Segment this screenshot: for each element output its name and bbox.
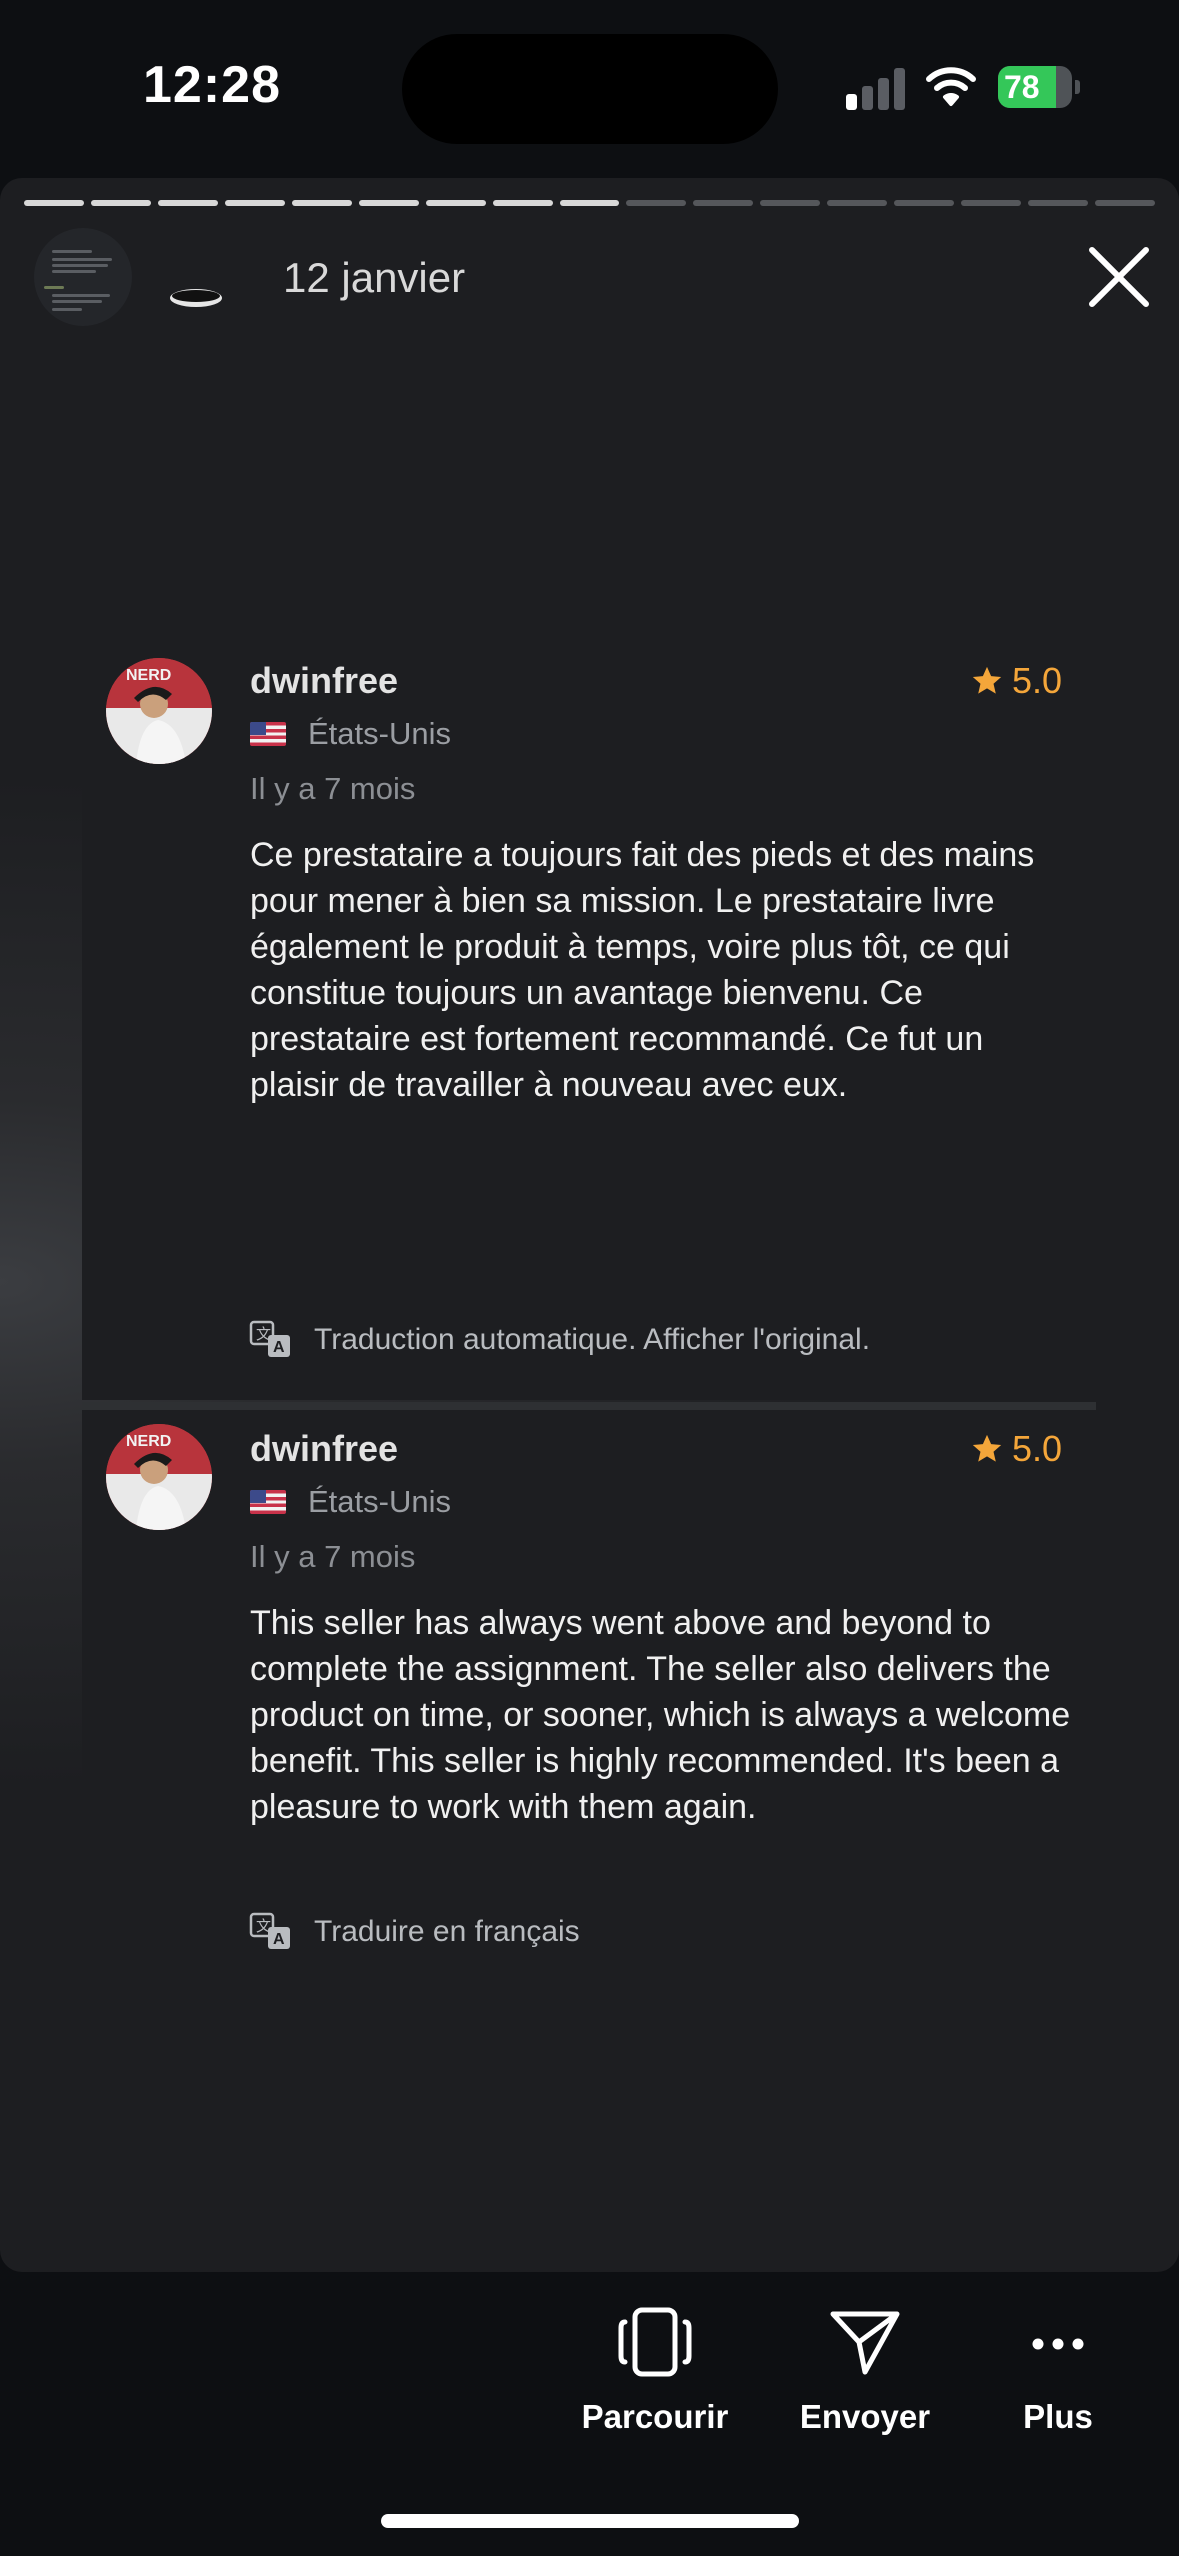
star-icon xyxy=(972,1434,1002,1462)
cellular-signal-icon xyxy=(846,68,906,110)
browse-button[interactable]: Parcourir xyxy=(565,2304,745,2436)
battery-indicator: 78 xyxy=(998,66,1080,108)
progress-segment xyxy=(291,200,352,206)
progress-segment xyxy=(827,200,888,206)
progress-segment xyxy=(760,200,821,206)
progress-segment xyxy=(961,200,1022,206)
country-label: États-Unis xyxy=(308,1484,451,1519)
browse-icon xyxy=(618,2307,692,2377)
ring-icon xyxy=(170,289,222,307)
review-divider xyxy=(82,1402,1096,1410)
close-icon[interactable] xyxy=(1086,244,1152,310)
dynamic-island xyxy=(402,34,778,144)
story-date: 12 janvier xyxy=(283,254,466,301)
status-bar: 12:28 78 xyxy=(0,0,1179,170)
browse-label: Parcourir xyxy=(581,2398,729,2435)
wifi-icon xyxy=(926,67,976,106)
progress-segment xyxy=(559,200,620,206)
review-card: NERD dwinfree 5.0 États-Unis Il y a 7 mo… xyxy=(82,634,1096,1400)
translate-icon: 文 A xyxy=(249,1912,290,1949)
progress-segment xyxy=(224,200,285,206)
send-label: Envoyer xyxy=(799,2398,931,2435)
translation-toggle[interactable]: 文 A Traduction automatique. Afficher l'o… xyxy=(248,1318,870,1362)
story-progress-bar xyxy=(24,200,1155,206)
reviewer-name[interactable]: dwinfree xyxy=(250,660,398,702)
battery-level: 78 xyxy=(1004,69,1040,105)
status-time: 12:28 xyxy=(143,56,281,114)
rating-value: 5.0 xyxy=(1011,660,1062,701)
review-time: Il y a 7 mois xyxy=(250,771,416,806)
progress-segment xyxy=(1095,200,1155,206)
svg-text:NERD: NERD xyxy=(126,667,171,684)
bottom-toolbar: Parcourir Envoyer Plus xyxy=(0,2290,1179,2450)
translate-icon: 文 A xyxy=(249,1320,290,1357)
send-button[interactable]: Envoyer xyxy=(775,2304,955,2436)
more-button[interactable]: Plus xyxy=(968,2304,1148,2436)
rating: 5.0 xyxy=(970,660,1062,702)
country-label: États-Unis xyxy=(308,716,451,751)
star-icon xyxy=(972,666,1002,694)
progress-segment xyxy=(1028,200,1088,206)
review-text: This seller has always went above and be… xyxy=(250,1604,1071,1826)
svg-text:A: A xyxy=(273,1931,285,1948)
progress-segment xyxy=(492,200,553,206)
rating-value: 5.0 xyxy=(1011,1428,1062,1469)
review-card: NERD dwinfree 5.0 États-Unis Il y a 7 mo… xyxy=(82,1410,1096,1984)
progress-segment xyxy=(24,200,84,206)
progress-segment xyxy=(157,200,218,206)
progress-segment xyxy=(626,200,687,206)
story-viewer[interactable]: 12 janvier NERD dwinfree 5.0 États-Unis … xyxy=(0,178,1179,2272)
more-label: Plus xyxy=(1023,2398,1093,2435)
more-icon xyxy=(1032,2338,1084,2350)
translate-button[interactable]: 文 A Traduire en français xyxy=(248,1910,580,1954)
svg-text:A: A xyxy=(273,1339,285,1356)
avatar[interactable]: NERD xyxy=(106,658,212,764)
progress-segment xyxy=(90,200,151,206)
progress-segment xyxy=(693,200,754,206)
send-icon xyxy=(830,2311,900,2375)
us-flag-icon xyxy=(250,1490,286,1514)
translation-label: Traduction automatique. Afficher l'origi… xyxy=(314,1323,871,1356)
review-time: Il y a 7 mois xyxy=(250,1539,416,1574)
progress-segment xyxy=(425,200,486,206)
reviewer-name[interactable]: dwinfree xyxy=(250,1428,398,1470)
review-text: Ce prestataire a toujours fait des pieds… xyxy=(250,836,1035,1104)
avatar[interactable]: NERD xyxy=(106,1424,212,1530)
translate-label: Traduire en français xyxy=(314,1915,580,1948)
progress-segment xyxy=(894,200,955,206)
home-indicator[interactable] xyxy=(381,2514,799,2528)
svg-text:NERD: NERD xyxy=(126,1433,171,1450)
reviewer-country: États-Unis xyxy=(250,1484,451,1520)
reviewer-country: États-Unis xyxy=(250,716,451,752)
rating: 5.0 xyxy=(970,1428,1062,1470)
progress-segment xyxy=(358,200,419,206)
story-thumbnail[interactable] xyxy=(34,228,132,326)
us-flag-icon xyxy=(250,722,286,746)
